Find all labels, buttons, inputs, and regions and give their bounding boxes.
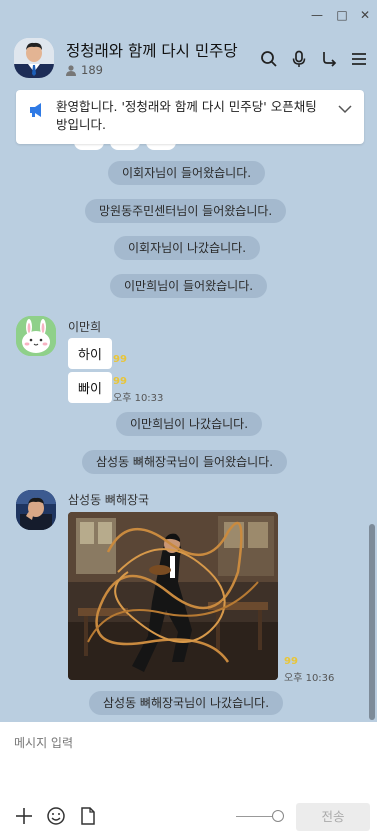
notice-text: 환영합니다. '정청래와 함께 다시 민주당' 오픈채팅방입니다. (56, 99, 317, 132)
close-button[interactable]: ✕ (358, 8, 372, 22)
composer: 전송 (0, 722, 377, 838)
unread-count: 99 (284, 656, 298, 667)
message-input[interactable] (14, 734, 364, 794)
reaction-chip[interactable] (110, 144, 140, 150)
send-button[interactable]: 전송 (296, 803, 370, 831)
system-message: 망원동주민센터님이 들어왔습니다. (85, 199, 287, 223)
chat-header: 정청래와 함께 다시 민주당 189 (0, 30, 377, 84)
minimize-button[interactable]: — (310, 8, 324, 22)
scrollbar-thumb[interactable] (369, 524, 375, 720)
message-time: 오후 10:33 (113, 393, 164, 404)
photo-image (68, 512, 278, 680)
slider-track[interactable] (236, 816, 276, 817)
notice-banner[interactable]: 환영합니다. '정청래와 함께 다시 민주당' 오픈채팅방입니다. (16, 90, 364, 144)
reaction-chip[interactable] (146, 144, 176, 150)
message-time: 오후 10:36 (284, 673, 335, 684)
unread-count: 99 (113, 354, 127, 365)
room-title: 정청래와 함께 다시 민주당 (66, 42, 238, 60)
slider-knob[interactable] (272, 810, 284, 822)
room-avatar[interactable] (14, 38, 54, 78)
reaction-chip[interactable] (74, 144, 104, 150)
mic-icon[interactable] (290, 50, 308, 68)
window-titlebar: — □ ✕ (0, 0, 377, 30)
chevron-down-icon[interactable] (338, 104, 352, 114)
avatar[interactable] (16, 490, 56, 530)
system-message: 이만희님이 나갔습니다. (116, 412, 263, 436)
file-icon[interactable] (78, 806, 98, 826)
megaphone-icon (30, 103, 41, 117)
system-message: 이만희님이 들어왔습니다. (110, 274, 268, 298)
member-count[interactable]: 189 (66, 63, 103, 77)
system-message: 삼성동 뼈해장국님이 들어왔습니다. (82, 450, 288, 474)
system-message: 삼성동 뼈해장국님이 나갔습니다. (89, 691, 284, 715)
menu-icon[interactable] (350, 50, 368, 68)
emoji-icon[interactable] (46, 806, 66, 826)
message-list[interactable]: 이회자님이 들어왔습니다. 망원동주민센터님이 들어왔습니다. 이회자님이 나갔… (0, 144, 367, 722)
plus-icon[interactable] (14, 806, 34, 826)
photo-message[interactable] (68, 512, 278, 680)
search-icon[interactable] (260, 50, 278, 68)
person-icon (66, 64, 76, 76)
message-bubble[interactable]: 빠이 (68, 372, 112, 403)
share-icon[interactable] (320, 50, 338, 68)
avatar[interactable] (16, 316, 56, 356)
reaction-row (74, 144, 176, 150)
sender-name: 삼성동 뼈해장국 (68, 493, 150, 507)
message-bubble[interactable]: 하이 (68, 338, 112, 369)
unread-count: 99 (113, 376, 127, 387)
system-message: 이회자님이 들어왔습니다. (108, 161, 266, 185)
system-message: 이회자님이 나갔습니다. (114, 236, 261, 260)
maximize-button[interactable]: □ (335, 8, 349, 22)
sender-name: 이만희 (68, 320, 102, 334)
scrollbar[interactable] (367, 144, 377, 722)
member-count-value: 189 (81, 63, 103, 77)
